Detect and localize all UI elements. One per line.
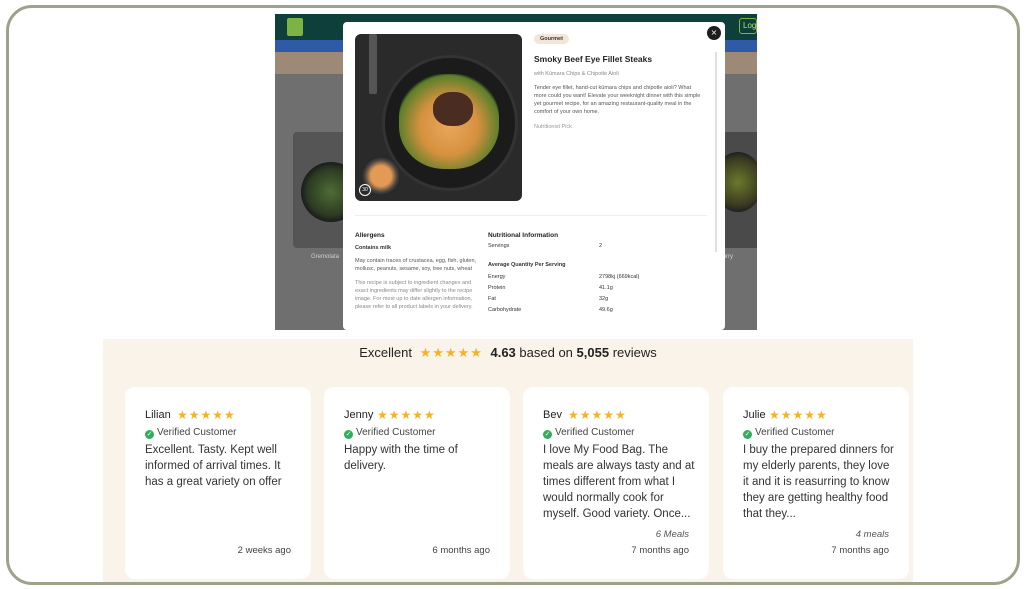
allergens-may-contain: May contain traces of crustacea, egg, fi… (355, 258, 477, 272)
reviewer-name: Julie (743, 409, 766, 421)
allergens-heading: Allergens (355, 232, 385, 239)
rating-score: 4.63 (490, 345, 516, 360)
nutrition-label: Protein (488, 285, 506, 291)
star-rating-icon: ★★★★★ (419, 345, 483, 360)
verified-badge: ✓ Verified Customer (344, 427, 435, 439)
review-card[interactable]: Jenny ★★★★★ ✓ Verified Customer Happy wit… (324, 387, 510, 579)
verified-label: Verified Customer (555, 427, 635, 438)
verified-label: Verified Customer (755, 427, 835, 438)
nutrition-value: 32g (599, 296, 609, 302)
review-card[interactable]: Bev ★★★★★ ✓ Verified Customer I love My F… (523, 387, 709, 579)
recipe-screenshot: Log Gremolata urry × 30 Gourmet Smoky Be… (275, 14, 757, 330)
star-rating-icon: ★★★★★ (377, 408, 436, 422)
review-card[interactable]: Lilian ★★★★★ ✓ Verified Customer Excellen… (125, 387, 311, 579)
cook-time-badge: 30 (359, 184, 371, 196)
nutrition-label: Fat (488, 296, 496, 302)
recipe-photo: 30 (355, 34, 522, 201)
login-button[interactable]: Log (739, 18, 757, 34)
review-time: 7 months ago (831, 545, 889, 556)
star-rating-icon: ★★★★★ (177, 408, 236, 422)
recipe-description: Tender eye fillet, hand-cut kūmara chips… (534, 85, 701, 115)
background-recipe-label-left: Gremolata (311, 254, 340, 260)
rating-summary: Excellent ★★★★★ 4.63 based on 5,055 revi… (103, 343, 913, 363)
nutrition-label: Servings (488, 243, 510, 249)
review-text: Excellent. Tasty. Kept well informed of … (145, 444, 282, 488)
rating-word: Excellent (359, 345, 412, 360)
check-icon: ✓ (344, 430, 353, 439)
nutrition-heading: Nutritional Information (488, 232, 559, 239)
star-rating-icon: ★★★★★ (769, 408, 828, 422)
verified-badge: ✓ Verified Customer (543, 427, 634, 439)
star-rating-icon: ★★★★★ (568, 408, 627, 422)
nutrition-row: Energy 2798kj (669kcal) (488, 272, 708, 283)
recipe-title: Smoky Beef Eye Fillet Steaks (534, 54, 653, 64)
nutrition-section: Nutritional Information Servings 2 Avera… (488, 232, 708, 316)
check-icon: ✓ (543, 430, 552, 439)
fork-image (369, 34, 377, 94)
nutrition-row-servings: Servings 2 (488, 241, 708, 252)
close-icon[interactable]: × (707, 26, 721, 40)
review-text: I love My Food Bag. The meals are always… (543, 444, 695, 520)
verified-badge: ✓ Verified Customer (743, 427, 834, 439)
review-text: Happy with the time of delivery. (344, 444, 458, 472)
modal-scrollbar[interactable] (715, 52, 717, 252)
nutritionist-pick-label: Nutritionist Pick (534, 124, 572, 130)
allergens-contains: Contains milk (355, 245, 392, 251)
reviewer-name: Jenny (344, 409, 374, 421)
recipe-tag: Gourmet (534, 34, 569, 44)
nutrition-row: Carbohydrate 49.6g (488, 305, 708, 316)
reviews-section: Excellent ★★★★★ 4.63 based on 5,055 revi… (103, 339, 913, 582)
review-card[interactable]: Julie ★★★★★ ✓ Verified Customer I buy the… (723, 387, 909, 579)
nutrition-subheading: Average Quantity Per Serving (488, 262, 566, 268)
outer-frame: Log Gremolata urry × 30 Gourmet Smoky Be… (6, 5, 1020, 585)
review-meals: 4 meals (855, 529, 889, 540)
nutrition-row: Protein 41.1g (488, 283, 708, 294)
reviewer-name: Bev (543, 409, 562, 421)
nutrition-value: 2798kj (669kcal) (599, 274, 640, 280)
verified-label: Verified Customer (157, 427, 237, 438)
nutrition-value: 49.6g (599, 307, 613, 313)
verified-label: Verified Customer (356, 427, 436, 438)
review-time: 2 weeks ago (237, 545, 291, 556)
reviews-word: reviews (612, 345, 657, 360)
recipe-subtitle: with Kūmara Chips & Chipotle Aioli (534, 71, 619, 77)
nutrition-label: Energy (488, 274, 506, 280)
review-text: I buy the prepared dinners for my elderl… (743, 444, 894, 520)
check-icon: ✓ (145, 430, 154, 439)
allergens-section: Allergens Contains milk May contain trac… (355, 232, 480, 311)
background-recipe-card-right (723, 132, 757, 248)
based-on-text: based on (519, 345, 573, 360)
site-logo[interactable] (287, 18, 303, 36)
section-divider (355, 215, 707, 216)
review-time: 6 months ago (432, 545, 490, 556)
plate-image (723, 152, 757, 212)
review-time: 7 months ago (631, 545, 689, 556)
check-icon: ✓ (743, 430, 752, 439)
steak-image (433, 92, 473, 126)
allergens-note: This recipe is subject to ingredient cha… (355, 280, 473, 310)
nutrition-value: 41.1g (599, 285, 613, 291)
verified-badge: ✓ Verified Customer (145, 427, 236, 439)
review-meals: 6 Meals (655, 529, 689, 540)
nutrition-row: Fat 32g (488, 294, 708, 305)
review-count: 5,055 (576, 345, 610, 360)
nutrition-label: Carbohydrate (488, 307, 522, 313)
recipe-modal: × 30 Gourmet Smoky Beef Eye Fillet Steak… (343, 22, 725, 330)
reviewer-name: Lilian (145, 409, 171, 421)
nutrition-value: 2 (599, 243, 603, 249)
